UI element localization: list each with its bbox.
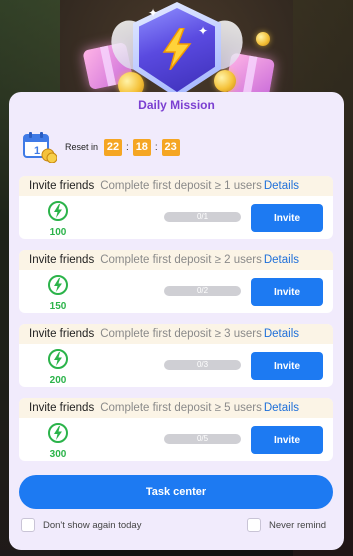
dont-show-checkbox[interactable] — [21, 518, 35, 532]
task-header: Invite friends Complete first deposit ≥ … — [19, 324, 333, 344]
task-header: Invite friends Complete first deposit ≥ … — [19, 176, 333, 196]
details-link[interactable]: Details — [264, 254, 299, 266]
calendar-icon: 1 — [23, 131, 58, 164]
dont-show-again-option[interactable]: Don't show again today — [21, 518, 141, 532]
task-name: Invite friends — [29, 328, 95, 340]
task-description: Complete first deposit ≥ 2 users — [100, 254, 262, 266]
timer-hours: 22 — [104, 138, 123, 156]
svg-text:1: 1 — [34, 145, 40, 157]
task-card: Invite friends Complete first deposit ≥ … — [19, 398, 333, 461]
task-card: Invite friends Complete first deposit ≥ … — [19, 250, 333, 313]
task-name: Invite friends — [29, 254, 95, 266]
timer-separator: : — [154, 141, 158, 153]
progress-bar: 0/1 — [164, 212, 241, 222]
task-header: Invite friends Complete first deposit ≥ … — [19, 398, 333, 418]
details-link[interactable]: Details — [264, 328, 299, 340]
task-card: Invite friends Complete first deposit ≥ … — [19, 324, 333, 387]
progress-bar: 0/5 — [164, 434, 241, 444]
task-description: Complete first deposit ≥ 5 users — [100, 402, 262, 414]
progress-bar: 0/3 — [164, 360, 241, 370]
lightning-coin-icon — [48, 201, 68, 221]
reward-value: 150 — [49, 301, 67, 312]
task-description: Complete first deposit ≥ 1 users — [100, 180, 262, 192]
dont-show-label: Don't show again today — [43, 519, 142, 531]
timer-seconds: 23 — [161, 138, 180, 156]
progress-bar: 0/2 — [164, 286, 241, 296]
progress-text: 0/1 — [196, 212, 209, 221]
task-header: Invite friends Complete first deposit ≥ … — [19, 250, 333, 270]
reset-label: Reset in — [65, 142, 99, 152]
lightning-coin-icon — [48, 275, 68, 295]
lightning-icon — [162, 28, 192, 70]
invite-button[interactable]: Invite — [251, 204, 323, 232]
timer-minutes: 18 — [132, 138, 151, 156]
popup-title: Daily Mission — [138, 98, 215, 112]
details-link[interactable]: Details — [264, 402, 299, 414]
reward-value: 100 — [49, 227, 67, 238]
never-remind-option[interactable]: Never remind — [247, 518, 326, 532]
coin-icon — [256, 32, 270, 46]
reset-timer-row: 1 Reset in 22 : 18 : 23 — [23, 131, 180, 164]
progress-text: 0/3 — [196, 360, 209, 369]
invite-button[interactable]: Invite — [251, 426, 323, 454]
coin-icon — [214, 70, 236, 92]
timer-separator: : — [126, 141, 129, 153]
lightning-coin-icon — [48, 349, 68, 369]
never-remind-label: Never remind — [269, 519, 327, 531]
task-center-button[interactable]: Task center — [19, 475, 333, 509]
lightning-coin-icon — [48, 423, 68, 443]
task-card: Invite friends Complete first deposit ≥ … — [19, 176, 333, 239]
reward: 200 — [43, 349, 73, 386]
task-name: Invite friends — [29, 180, 95, 192]
daily-mission-popup: Daily Mission 1 Reset in 22 : 18 : 23 In… — [9, 92, 344, 550]
details-link[interactable]: Details — [264, 180, 299, 192]
task-name: Invite friends — [29, 402, 95, 414]
task-list[interactable]: Invite friends Complete first deposit ≥ … — [19, 176, 333, 466]
progress-text: 0/5 — [196, 434, 209, 443]
progress-text: 0/2 — [196, 286, 209, 295]
reward: 100 — [43, 201, 73, 238]
reward: 300 — [43, 423, 73, 460]
invite-button[interactable]: Invite — [251, 352, 323, 380]
never-remind-checkbox[interactable] — [247, 518, 261, 532]
task-description: Complete first deposit ≥ 3 users — [100, 328, 262, 340]
reward: 150 — [43, 275, 73, 312]
invite-button[interactable]: Invite — [251, 278, 323, 306]
reward-value: 300 — [49, 449, 67, 460]
sparkle-icon: ✦ — [148, 6, 159, 20]
sparkle-icon: ✦ — [198, 24, 209, 38]
reward-value: 200 — [49, 375, 67, 386]
